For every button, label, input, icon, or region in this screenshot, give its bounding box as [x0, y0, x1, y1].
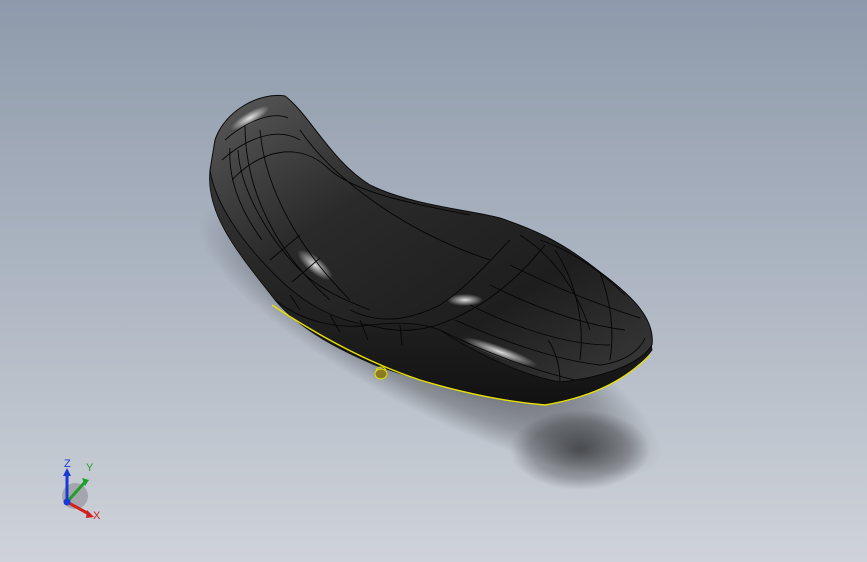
triad-graphic	[62, 468, 94, 518]
model-render[interactable]	[0, 0, 867, 562]
triad-y-label: Y	[86, 462, 94, 474]
seat-body[interactable]	[209, 94, 653, 406]
triad-z-label: Z	[64, 458, 71, 470]
view-triad[interactable]: Z Y X	[52, 456, 112, 526]
mounting-tab	[374, 366, 388, 380]
triad-x-label: X	[93, 510, 101, 522]
graphics-viewport[interactable]: Z Y X	[0, 0, 867, 562]
